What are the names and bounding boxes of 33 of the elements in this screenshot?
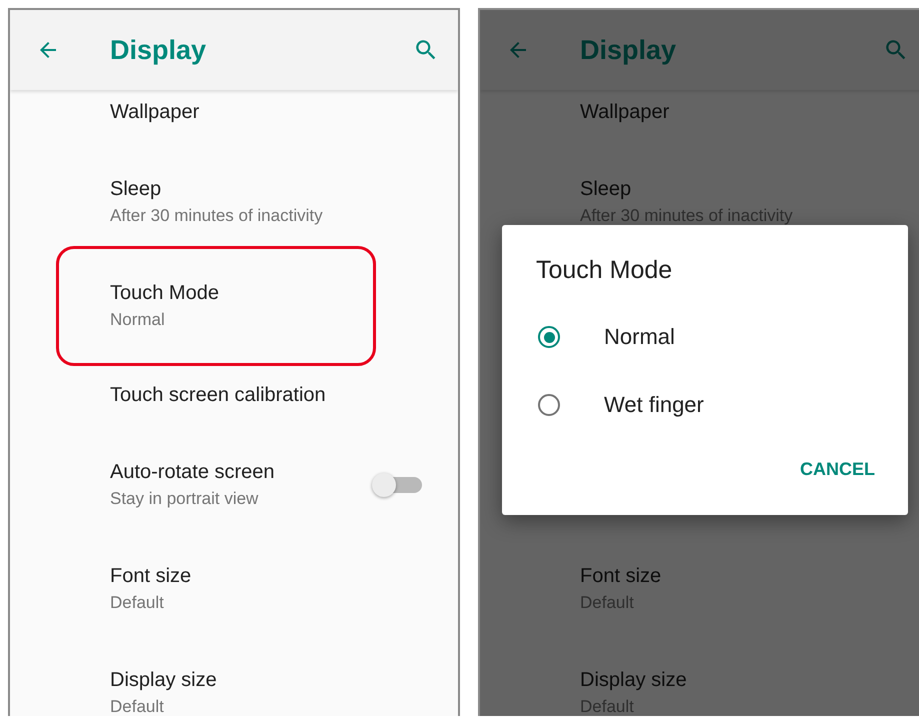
radio-button[interactable]: [538, 394, 560, 416]
radio-option[interactable]: Normal: [536, 303, 875, 371]
screen-title: Display: [110, 34, 208, 66]
cancel-button[interactable]: CANCEL: [800, 453, 875, 486]
setting-title: Auto-rotate screen: [110, 460, 276, 484]
setting-title: Touch screen calibration: [110, 383, 327, 408]
settings-item[interactable]: Sleep After 30 minutes of inactivity: [10, 150, 458, 254]
settings-item[interactable]: Wallpaper: [10, 90, 458, 150]
settings-item[interactable]: Auto-rotate screen Stay in portrait view: [10, 433, 458, 537]
dialog-title: Touch Mode: [536, 255, 674, 285]
settings-item[interactable]: Font size Default: [10, 537, 458, 641]
settings-item[interactable]: Display size Default: [10, 641, 458, 716]
setting-title: Sleep: [580, 176, 632, 202]
setting-title: Display size: [580, 668, 688, 692]
settings-item[interactable]: Touch screen calibration: [10, 358, 458, 433]
setting-title: Sleep: [110, 176, 162, 202]
option-label: Wet finger: [604, 392, 704, 418]
setting-summary: Stay in portrait view: [110, 488, 260, 510]
settings-item[interactable]: Touch Mode Normal: [10, 254, 458, 358]
setting-summary: After 30 minutes of inactivity: [110, 204, 324, 226]
radio-button[interactable]: [538, 326, 560, 348]
setting-title: Font size: [580, 564, 662, 588]
screen-title: Display: [580, 34, 678, 66]
setting-title: Wallpaper: [580, 100, 670, 125]
setting-summary: Default: [110, 592, 165, 614]
setting-title: Touch Mode: [110, 280, 220, 306]
setting-title: Font size: [110, 564, 192, 588]
radio-option[interactable]: Wet finger: [536, 371, 875, 439]
setting-title: Wallpaper: [110, 100, 200, 125]
setting-summary: Normal: [110, 308, 166, 330]
option-label: Normal: [604, 324, 675, 350]
setting-summary: Default: [110, 696, 165, 716]
setting-title: Display size: [110, 668, 218, 692]
